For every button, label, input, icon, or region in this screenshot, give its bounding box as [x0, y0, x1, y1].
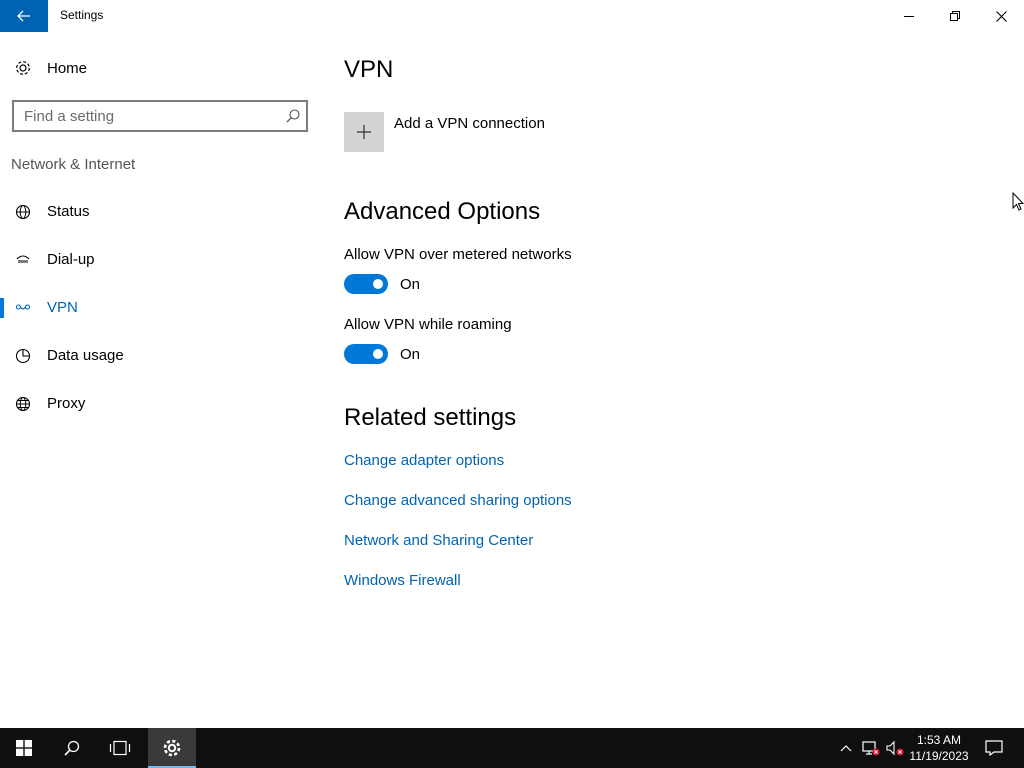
data-usage-icon	[15, 348, 31, 364]
metered-toggle[interactable]	[344, 274, 388, 294]
clock-date: 11/19/2023	[909, 749, 969, 763]
task-view-icon	[109, 740, 131, 756]
action-center-button[interactable]	[974, 728, 1014, 768]
toggle-knob	[373, 349, 383, 359]
gear-icon	[16, 61, 30, 75]
chevron-up-icon	[840, 745, 852, 752]
network-disconnected-icon	[862, 741, 880, 756]
minimize-icon	[904, 16, 914, 17]
network-sharing-center-link[interactable]: Network and Sharing Center	[344, 532, 533, 549]
sidebar-item-label: VPN	[47, 299, 78, 316]
gear-icon	[163, 739, 181, 757]
add-tile	[344, 112, 384, 152]
vpn-icon	[15, 304, 31, 310]
volume-muted-icon	[886, 740, 904, 756]
related-settings-heading: Related settings	[344, 404, 517, 431]
task-view-button[interactable]	[96, 728, 144, 768]
add-vpn-button[interactable]: Add a VPN connection	[344, 112, 604, 152]
page-title: VPN	[344, 56, 394, 83]
sidebar-section-title: Network & Internet	[11, 156, 136, 173]
minimize-button[interactable]	[886, 0, 932, 32]
dialup-icon	[16, 255, 30, 263]
add-vpn-label: Add a VPN connection	[394, 115, 545, 132]
sidebar-home[interactable]: Home	[0, 48, 320, 88]
windows-logo-icon	[16, 740, 32, 756]
change-adapter-options-link[interactable]: Change adapter options	[344, 452, 504, 469]
metered-toggle-state: On	[400, 276, 421, 293]
search-icon	[286, 109, 300, 123]
search-icon	[64, 740, 80, 756]
roaming-toggle-state: On	[400, 346, 421, 363]
search-input[interactable]	[14, 102, 274, 130]
sidebar-item-status[interactable]: Status	[0, 192, 320, 232]
sidebar-home-label: Home	[47, 60, 88, 77]
show-hidden-icons-button[interactable]	[836, 728, 856, 768]
sidebar-item-dial-up[interactable]: Dial-up	[0, 240, 320, 280]
restore-icon	[950, 11, 960, 21]
close-icon	[995, 10, 1007, 22]
roaming-setting-label: Allow VPN while roaming	[344, 316, 512, 333]
close-button[interactable]	[978, 0, 1024, 32]
sidebar-item-data-usage[interactable]: Data usage	[0, 336, 320, 376]
sidebar-item-label: Status	[47, 203, 90, 220]
active-indicator	[0, 298, 4, 318]
mouse-cursor-icon	[1012, 192, 1024, 211]
toggle-knob	[373, 279, 383, 289]
sidebar-item-label: Proxy	[47, 395, 86, 412]
settings-taskbar-button[interactable]	[148, 728, 196, 768]
sidebar-item-vpn[interactable]: VPN	[0, 288, 320, 328]
globe-icon	[15, 396, 31, 412]
taskbar: 1:53 AM 11/19/2023	[0, 728, 1024, 768]
network-tray-button[interactable]	[858, 728, 884, 768]
clock-time: 1:53 AM	[916, 733, 962, 747]
roaming-toggle[interactable]	[344, 344, 388, 364]
search-taskbar-button[interactable]	[48, 728, 96, 768]
notification-icon	[985, 740, 1003, 756]
plus-icon	[357, 125, 371, 139]
start-button[interactable]	[0, 728, 48, 768]
sidebar-item-proxy[interactable]: Proxy	[0, 384, 320, 424]
taskbar-clock[interactable]: 1:53 AM 11/19/2023	[904, 732, 974, 764]
advanced-options-heading: Advanced Options	[344, 198, 541, 225]
back-button[interactable]	[0, 0, 48, 32]
metered-setting-label: Allow VPN over metered networks	[344, 246, 572, 263]
title-bar: Settings	[0, 0, 1024, 32]
back-arrow-icon	[17, 10, 30, 22]
windows-firewall-link[interactable]: Windows Firewall	[344, 572, 461, 589]
window-title: Settings	[60, 8, 104, 22]
globe-network-icon	[15, 204, 31, 220]
search-box[interactable]	[12, 100, 308, 132]
volume-tray-button[interactable]	[884, 728, 906, 768]
restore-button[interactable]	[932, 0, 978, 32]
sidebar-item-label: Data usage	[47, 347, 124, 364]
sidebar-item-label: Dial-up	[47, 251, 95, 268]
change-advanced-sharing-link[interactable]: Change advanced sharing options	[344, 492, 572, 509]
